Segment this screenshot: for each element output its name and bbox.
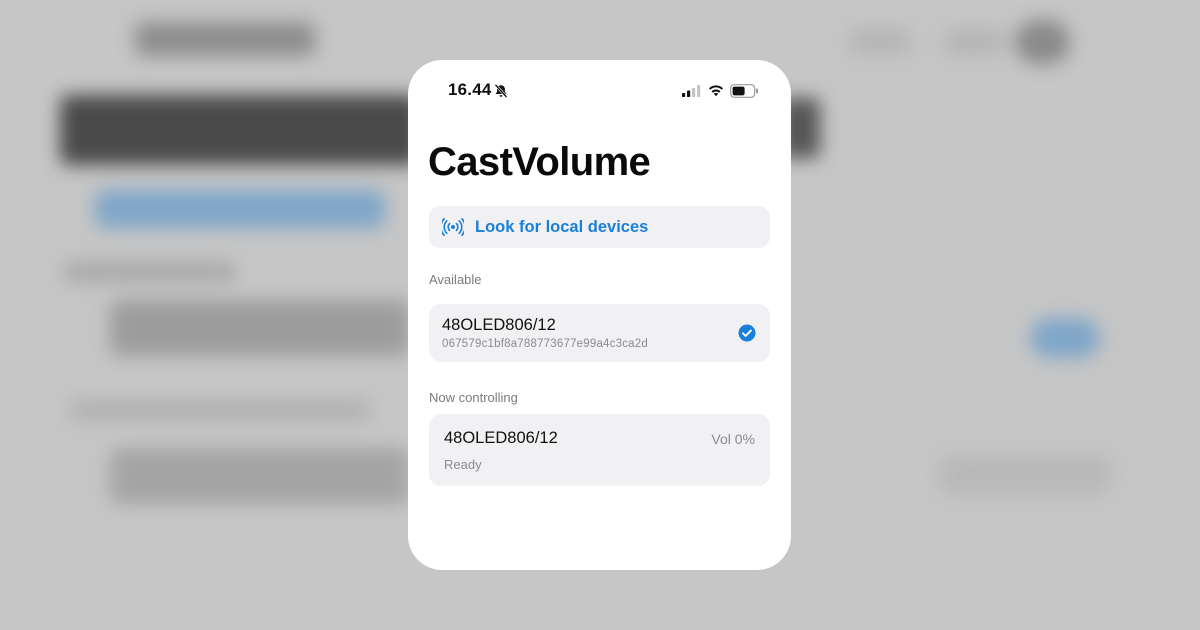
- battery-icon: [730, 84, 758, 98]
- bg-blob: [70, 400, 370, 420]
- look-for-devices-label: Look for local devices: [475, 218, 649, 236]
- bg-blob: [60, 95, 420, 165]
- device-name: 48OLED806/12: [442, 316, 556, 334]
- connection-status: Ready: [444, 457, 482, 472]
- wifi-icon: [709, 85, 723, 97]
- bg-blob: [940, 455, 1110, 495]
- device-id: 067579c1bf8a788773677e99a4c3ca2d: [442, 338, 648, 350]
- bell-off-icon: [494, 83, 508, 98]
- look-for-devices-button[interactable]: Look for local devices: [429, 206, 770, 248]
- bg-blob: [110, 300, 410, 356]
- bg-blob: [1015, 20, 1070, 64]
- app-title: CastVolume: [428, 140, 651, 184]
- bg-blob: [1030, 318, 1100, 358]
- volume-readout: Vol 0%: [711, 431, 755, 447]
- now-controlling-section-label: Now controlling: [429, 390, 518, 405]
- checkmark-circle-icon: [738, 324, 756, 342]
- bg-blob: [945, 30, 1005, 54]
- bg-blob: [95, 190, 385, 228]
- bg-blob: [850, 30, 910, 54]
- bg-blob: [135, 22, 315, 56]
- antenna-broadcast-icon: [442, 218, 464, 236]
- status-time: 16.44: [448, 80, 492, 99]
- controlled-device-name: 48OLED806/12: [444, 429, 558, 447]
- available-device-row[interactable]: 48OLED806/12 067579c1bf8a788773677e99a4c…: [429, 304, 770, 362]
- now-controlling-card: 48OLED806/12 Vol 0% Ready: [429, 414, 770, 486]
- phone-screen: 16.44 CastVolume Look for local devices …: [408, 60, 791, 570]
- bg-blob: [110, 448, 410, 504]
- cellular-signal-icon: [682, 85, 701, 97]
- available-section-label: Available: [429, 272, 482, 287]
- bg-blob: [65, 262, 235, 282]
